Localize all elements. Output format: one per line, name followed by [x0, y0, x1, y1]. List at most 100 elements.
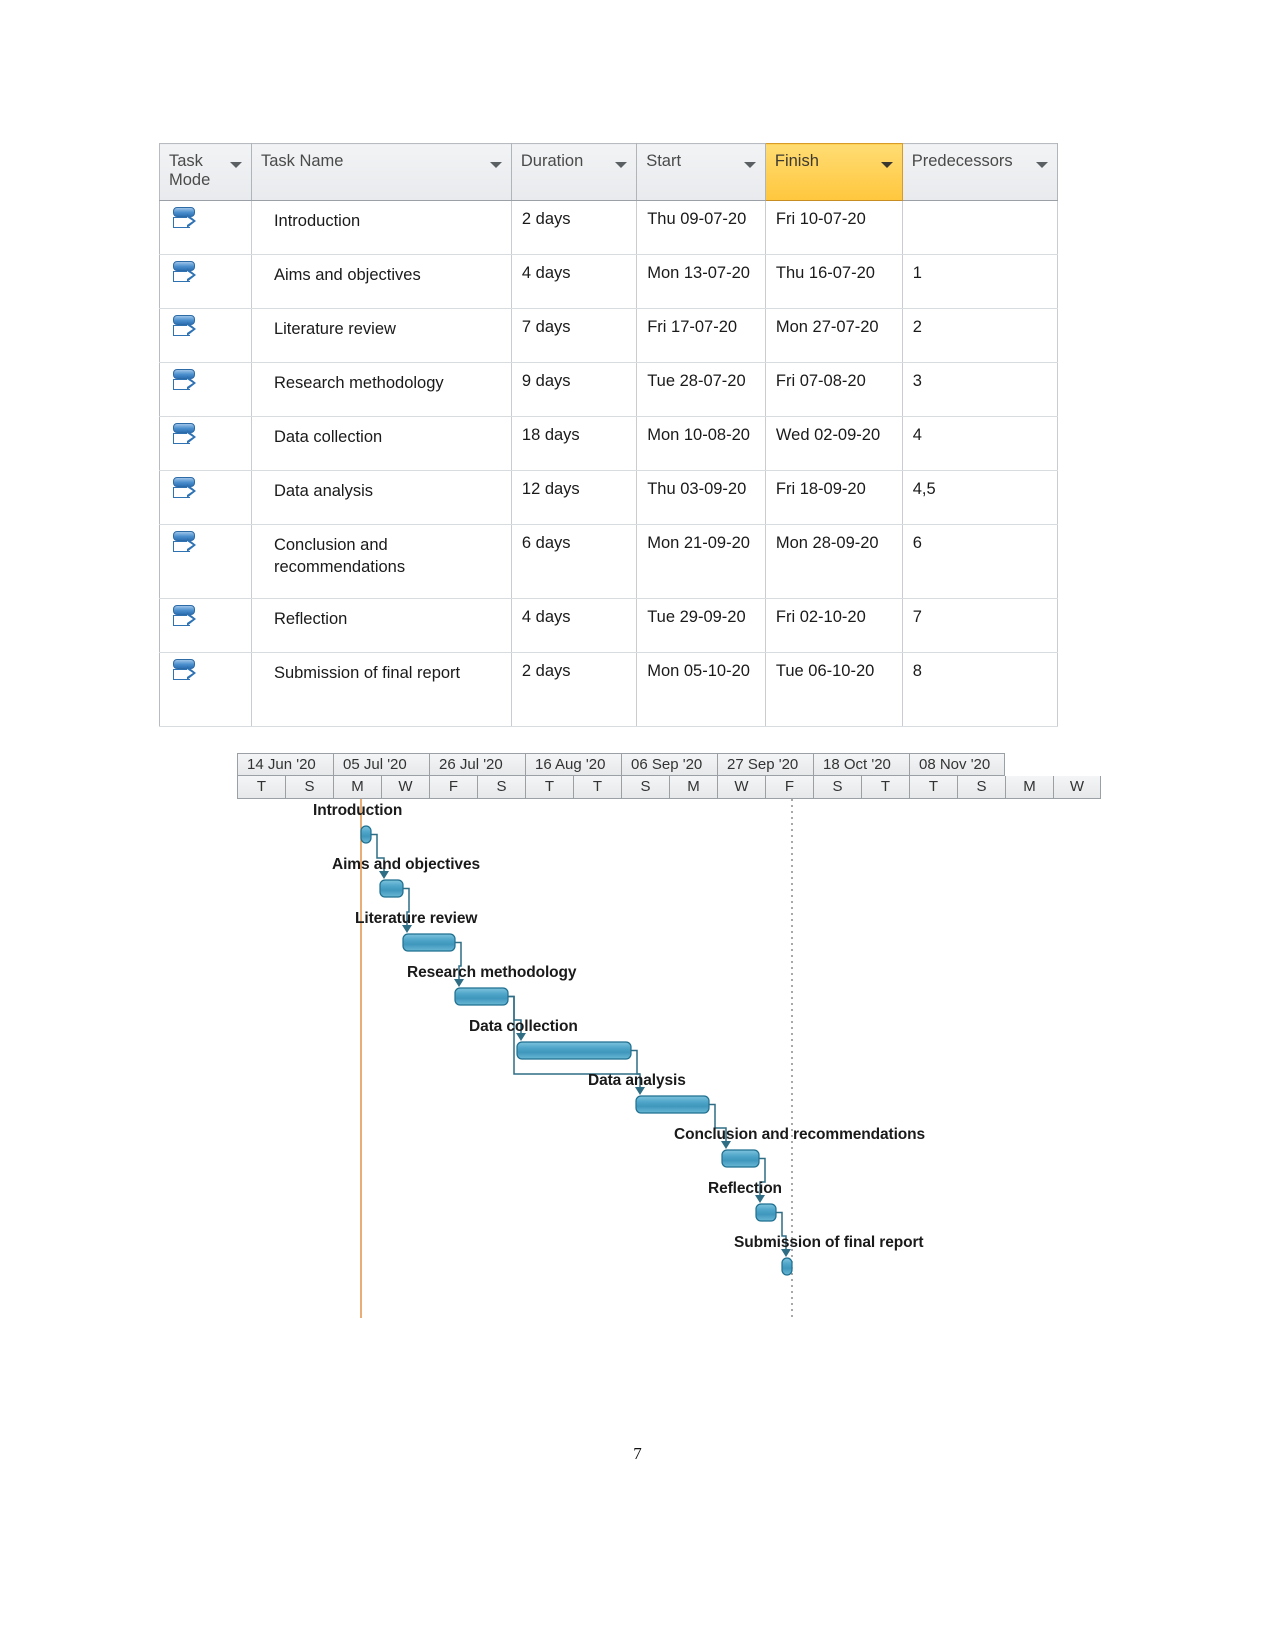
finish-date-cell[interactable]: Fri 02-10-20 [765, 598, 903, 653]
gantt-bar [402, 933, 456, 952]
predecessors-cell[interactable] [902, 200, 1059, 255]
predecessors-cell[interactable]: 4,5 [902, 470, 1059, 525]
finish-date-cell[interactable]: Mon 28-09-20 [765, 524, 903, 599]
start-date-cell[interactable]: Tue 29-09-20 [636, 598, 766, 653]
finish-date-cell[interactable]: Fri 07-08-20 [765, 362, 903, 417]
duration-cell[interactable]: 18 days [511, 416, 638, 471]
task-name-cell[interactable]: Conclusion and recommendations [251, 524, 512, 599]
auto-schedule-icon [172, 659, 198, 685]
timeline-day-cell: W [381, 776, 429, 799]
finish-date-cell[interactable]: Tue 06-10-20 [765, 652, 903, 727]
chevron-down-icon[interactable] [880, 162, 893, 168]
task-name-cell[interactable]: Data collection [251, 416, 512, 471]
column-header-finish[interactable]: Finish [764, 143, 903, 201]
task-mode-cell[interactable] [159, 200, 252, 255]
start-date-cell[interactable]: Mon 05-10-20 [636, 652, 766, 727]
task-mode-cell[interactable] [159, 652, 252, 727]
timeline-day-cell: T [237, 776, 285, 799]
column-header-label: Duration [520, 152, 584, 170]
timeline-month-cell: 16 Aug '20 [525, 753, 621, 776]
column-header-task-name[interactable]: Task Name [251, 143, 512, 201]
chevron-down-icon[interactable] [743, 162, 756, 168]
timeline-day-cell: T [909, 776, 957, 799]
task-mode-cell[interactable] [159, 308, 252, 363]
gantt-bar [454, 987, 509, 1006]
table-row[interactable]: Introduction 2 days Thu 09-07-20 Fri 10-07-… [159, 200, 1059, 255]
chevron-down-icon[interactable] [615, 162, 628, 168]
duration-cell[interactable]: 6 days [511, 524, 638, 599]
task-name-cell[interactable]: Aims and objectives [251, 254, 512, 309]
table-row[interactable]: Research methodology 9 days Tue 28-07-20 Fr… [159, 362, 1059, 417]
gantt-bar-label: Data collection [469, 1018, 578, 1035]
task-mode-cell[interactable] [159, 416, 252, 471]
gantt-bar-label: Aims and objectives [332, 856, 480, 873]
task-mode-cell[interactable] [159, 524, 252, 599]
table-row[interactable]: Data analysis 12 days Thu 03-09-20 Fri 18-0… [159, 470, 1059, 525]
task-name-cell[interactable]: Submission of final report [251, 652, 512, 727]
predecessors-cell[interactable]: 7 [902, 598, 1059, 653]
gantt-bar-label: Submission of final report [734, 1234, 924, 1251]
auto-schedule-icon [172, 477, 198, 503]
finish-date-cell[interactable]: Fri 10-07-20 [765, 200, 903, 255]
start-date-cell[interactable]: Mon 21-09-20 [636, 524, 766, 599]
table-row[interactable]: Literature review 7 days Fri 17-07-20 Mon 2… [159, 308, 1059, 363]
gantt-bar-label: Introduction [313, 802, 403, 819]
duration-cell[interactable]: 4 days [511, 254, 638, 309]
predecessors-cell[interactable]: 2 [902, 308, 1059, 363]
gantt-bar-label: Data analysis [588, 1072, 686, 1089]
task-mode-cell[interactable] [159, 254, 252, 309]
task-name-cell[interactable]: Research methodology [251, 362, 512, 417]
timeline-month-cell: 26 Jul '20 [429, 753, 525, 776]
predecessors-cell[interactable]: 3 [902, 362, 1059, 417]
chevron-down-icon[interactable] [489, 162, 502, 168]
duration-cell[interactable]: 9 days [511, 362, 638, 417]
duration-cell[interactable]: 7 days [511, 308, 638, 363]
finish-date-cell[interactable]: Mon 27-07-20 [765, 308, 903, 363]
timeline-day-cell: W [1053, 776, 1101, 799]
predecessors-cell[interactable]: 1 [902, 254, 1059, 309]
column-header-start[interactable]: Start [636, 143, 766, 201]
task-name-cell[interactable]: Introduction [251, 200, 512, 255]
task-mode-cell[interactable] [159, 470, 252, 525]
timeline-day-cell: S [813, 776, 861, 799]
finish-date-cell[interactable]: Wed 02-09-20 [765, 416, 903, 471]
duration-cell[interactable]: 12 days [511, 470, 638, 525]
table-row[interactable]: Aims and objectives 4 days Mon 13-07-20 Thu… [159, 254, 1059, 309]
timeline-day-cell: F [429, 776, 477, 799]
predecessors-cell[interactable]: 8 [902, 652, 1059, 727]
chevron-down-icon[interactable] [1036, 162, 1048, 168]
timeline-day-cell: S [477, 776, 525, 799]
column-header-duration[interactable]: Duration [511, 143, 638, 201]
finish-date-cell[interactable]: Fri 18-09-20 [765, 470, 903, 525]
duration-cell[interactable]: 4 days [511, 598, 638, 653]
start-date-cell[interactable]: Mon 13-07-20 [636, 254, 766, 309]
table-row[interactable]: Data collection 18 days Mon 10-08-20 Wed 02… [159, 416, 1059, 471]
task-table: Task Mode Task Name Duration Start Finis… [159, 143, 1059, 727]
table-row[interactable]: Conclusion and recommendations 6 days Mon … [159, 524, 1059, 599]
start-date-cell[interactable]: Thu 03-09-20 [636, 470, 766, 525]
column-header-predecessors[interactable]: Predecessors [902, 143, 1059, 201]
duration-cell[interactable]: 2 days [511, 200, 638, 255]
start-date-cell[interactable]: Thu 09-07-20 [636, 200, 766, 255]
auto-schedule-icon [172, 605, 198, 631]
column-header-label: Task Name [260, 152, 344, 170]
column-header-task-mode[interactable]: Task Mode [159, 143, 252, 201]
chevron-down-icon[interactable] [229, 162, 242, 168]
table-row[interactable]: Reflection 4 days Tue 29-09-20 Fri 02-10-20… [159, 598, 1059, 653]
finish-date-cell[interactable]: Thu 16-07-20 [765, 254, 903, 309]
task-name-cell[interactable]: Literature review [251, 308, 512, 363]
predecessors-cell[interactable]: 6 [902, 524, 1059, 599]
task-name-cell[interactable]: Reflection [251, 598, 512, 653]
start-date-cell[interactable]: Fri 17-07-20 [636, 308, 766, 363]
page-number: 7 [633, 1444, 642, 1463]
task-mode-cell[interactable] [159, 362, 252, 417]
timeline-day-cell: M [333, 776, 381, 799]
start-date-cell[interactable]: Tue 28-07-20 [636, 362, 766, 417]
task-name-cell[interactable]: Data analysis [251, 470, 512, 525]
table-row[interactable]: Submission of final report 2 days Mon 05-1… [159, 652, 1059, 727]
predecessors-cell[interactable]: 4 [902, 416, 1059, 471]
duration-cell[interactable]: 2 days [511, 652, 638, 727]
gantt-bar [635, 1095, 710, 1114]
start-date-cell[interactable]: Mon 10-08-20 [636, 416, 766, 471]
task-mode-cell[interactable] [159, 598, 252, 653]
